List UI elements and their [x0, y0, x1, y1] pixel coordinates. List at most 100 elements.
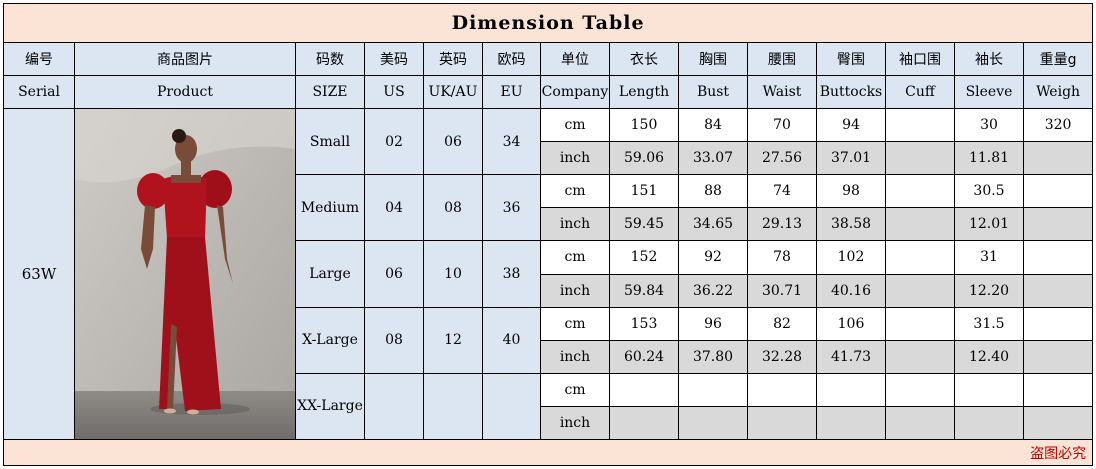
- measure-cuff-cell: [885, 306, 955, 341]
- measure-buttocks-cell: [816, 372, 886, 408]
- size-uk-cell: 06: [423, 108, 483, 175]
- measure-weight-cell: 320: [1022, 108, 1094, 142]
- measure-bust-cell: [678, 406, 748, 440]
- dimension-table: Dimension Table 编号 商品图片 码数 美码 英码 欧码 单位 衣长 胸围 腰围 臀围…: [2, 3, 1094, 466]
- measure-buttocks-cell: [816, 406, 886, 440]
- measure-bust-cell: 36.22: [678, 273, 748, 308]
- measure-waist-cell: 30.71: [747, 273, 817, 308]
- size-us-cell: 02: [364, 108, 424, 175]
- header-cn-cell: 臀围: [816, 42, 886, 76]
- measure-sleeve-cell: 11.81: [954, 141, 1024, 175]
- measure-weight-cell: [1022, 372, 1094, 408]
- copyright-notice: 盗图必究: [2, 439, 1094, 466]
- header-cn-cell: 商品图片: [74, 42, 296, 76]
- header-cn-cell: 袖口围: [885, 42, 955, 76]
- dimension-sheet: Dimension Table 编号 商品图片 码数 美码 英码 欧码 单位 衣长 胸围 腰围 臀围…: [2, 3, 1094, 466]
- measure-cuff-cell: [885, 372, 955, 408]
- measure-waist-cell: 82: [747, 306, 817, 341]
- measure-sleeve-cell: 12.20: [954, 273, 1024, 308]
- measure-sleeve-cell: 31: [954, 240, 1024, 275]
- header-en-cell: Serial: [3, 75, 75, 109]
- measure-weight-cell: [1022, 207, 1094, 242]
- header-en-cell: Bust: [678, 75, 748, 109]
- header-en-cell: Company: [540, 75, 610, 109]
- size-eu-cell: 34: [482, 108, 541, 175]
- measure-waist-cell: 70: [747, 108, 817, 142]
- measure-bust-cell: 34.65: [678, 207, 748, 242]
- header-en-cell: UK/AU: [423, 75, 483, 109]
- size-name-cell: Large: [295, 240, 365, 308]
- size-uk-cell: 08: [423, 173, 483, 242]
- size-name-cell: X-Large: [295, 306, 365, 374]
- table-row: 63W Small 02 06 34 cm 150 84 70 94 30 32…: [3, 108, 1094, 440]
- measure-cuff-cell: [885, 339, 955, 374]
- measure-length-cell: 150: [609, 108, 679, 142]
- unit-cell: cm: [540, 108, 610, 142]
- size-uk-cell: [423, 372, 483, 441]
- measure-length-cell: [609, 406, 679, 440]
- measure-buttocks-cell: 38.58: [816, 207, 886, 242]
- unit-cell: inch: [540, 406, 610, 440]
- unit-cell: cm: [540, 173, 610, 209]
- measure-waist-cell: 29.13: [747, 207, 817, 242]
- unit-cell: cm: [540, 372, 610, 408]
- size-us-cell: [364, 372, 424, 441]
- size-uk-cell: 12: [423, 306, 483, 374]
- size-us-cell: 04: [364, 173, 424, 242]
- measure-length-cell: 60.24: [609, 339, 679, 374]
- header-cn-cell: 袖长: [954, 42, 1024, 76]
- measure-cuff-cell: [885, 207, 955, 242]
- size-eu-cell: 36: [482, 173, 541, 242]
- unit-cell: cm: [540, 306, 610, 341]
- serial-cell: 63W: [3, 108, 75, 440]
- red-dress-photo: [75, 109, 295, 439]
- measure-cuff-cell: [885, 173, 955, 209]
- header-en-cell: Product: [74, 75, 296, 109]
- header-en-cell: Cuff: [885, 75, 955, 109]
- table-title: Dimension Table: [2, 3, 1094, 43]
- measure-bust-cell: 84: [678, 108, 748, 142]
- header-cn-cell: 重量g: [1022, 42, 1094, 76]
- unit-cell: inch: [540, 339, 610, 374]
- measure-buttocks-cell: 41.73: [816, 339, 886, 374]
- measure-weight-cell: [1022, 306, 1094, 341]
- measure-cuff-cell: [885, 406, 955, 440]
- header-cn-cell: 衣长: [609, 42, 679, 76]
- measure-length-cell: 59.45: [609, 207, 679, 242]
- header-row-chinese: 编号 商品图片 码数 美码 英码 欧码 单位 衣长 胸围 腰围 臀围 袖口围 袖长 重量g: [3, 42, 1094, 76]
- measure-bust-cell: 33.07: [678, 141, 748, 175]
- header-en-cell: SIZE: [295, 75, 365, 109]
- size-name-cell: XX-Large: [295, 372, 365, 441]
- product-cell: [74, 108, 296, 440]
- measure-buttocks-cell: 106: [816, 306, 886, 341]
- measure-weight-cell: [1022, 339, 1094, 374]
- measure-weight-cell: [1022, 141, 1094, 175]
- measure-bust-cell: 96: [678, 306, 748, 341]
- header-cn-cell: 码数: [295, 42, 365, 76]
- header-en-cell: Buttocks: [816, 75, 886, 109]
- measure-length-cell: 59.84: [609, 273, 679, 308]
- measure-buttocks-cell: 102: [816, 240, 886, 275]
- measure-sleeve-cell: [954, 372, 1024, 408]
- measure-bust-cell: 88: [678, 173, 748, 209]
- header-row-english: Serial Product SIZE US UK/AU EU Company Length B…: [3, 75, 1094, 109]
- measure-waist-cell: 78: [747, 240, 817, 275]
- size-uk-cell: 10: [423, 240, 483, 308]
- size-eu-cell: [482, 372, 541, 441]
- size-name-cell: Medium: [295, 173, 365, 242]
- header-en-cell: Weigh: [1022, 75, 1094, 109]
- header-en-cell: Sleeve: [954, 75, 1024, 109]
- measure-waist-cell: 27.56: [747, 141, 817, 175]
- measure-cuff-cell: [885, 141, 955, 175]
- header-cn-cell: 胸围: [678, 42, 748, 76]
- measure-buttocks-cell: 37.01: [816, 141, 886, 175]
- measure-length-cell: 59.06: [609, 141, 679, 175]
- measure-weight-cell: [1022, 240, 1094, 275]
- product-photo: [75, 109, 295, 439]
- measure-cuff-cell: [885, 240, 955, 275]
- measure-length-cell: 151: [609, 173, 679, 209]
- measure-sleeve-cell: 30: [954, 108, 1024, 142]
- measure-waist-cell: 74: [747, 173, 817, 209]
- header-cn-cell: 美码: [364, 42, 424, 76]
- size-us-cell: 06: [364, 240, 424, 308]
